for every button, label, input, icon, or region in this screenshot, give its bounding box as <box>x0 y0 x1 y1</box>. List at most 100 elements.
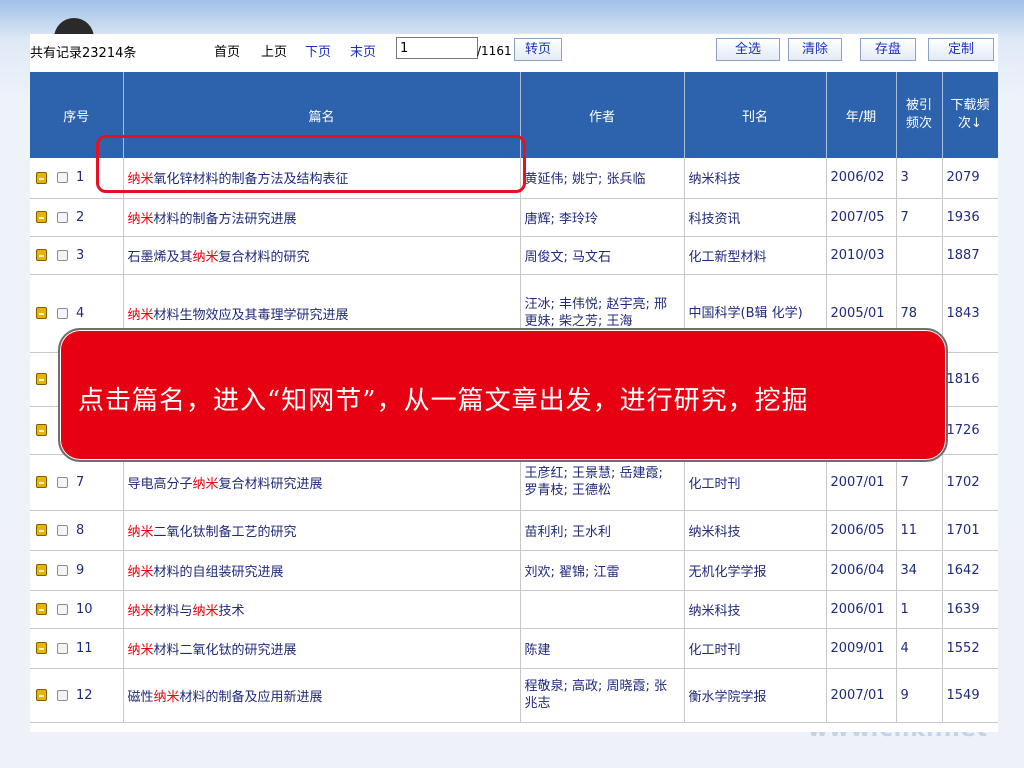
row-number: 7 <box>76 474 85 490</box>
article-title-link[interactable]: 纳米材料与纳米技术 <box>123 590 521 629</box>
cited-cell: 9 <box>896 668 943 723</box>
save-button[interactable]: 存盘 <box>860 38 916 61</box>
row-number: 9 <box>76 562 85 578</box>
save-record-icon[interactable] <box>36 603 47 615</box>
goto-page-button[interactable]: 转页 <box>514 38 562 61</box>
row-checkbox[interactable] <box>57 211 68 223</box>
page-number-input[interactable] <box>396 37 478 59</box>
save-record-icon[interactable] <box>36 373 47 385</box>
header-cited[interactable]: 被引频次 <box>896 72 943 158</box>
first-page-link[interactable]: 首页 <box>214 41 240 60</box>
journal-cell[interactable]: 纳米科技 <box>684 590 827 629</box>
save-record-icon[interactable] <box>36 424 47 436</box>
save-record-icon[interactable] <box>36 307 47 319</box>
save-record-icon[interactable] <box>36 642 47 654</box>
row-checkbox[interactable] <box>57 524 68 536</box>
row-checkbox[interactable] <box>57 564 68 576</box>
row-checkbox[interactable] <box>57 689 68 701</box>
article-title-link[interactable]: 纳米材料的制备方法研究进展 <box>123 198 521 237</box>
record-count: 共有记录23214条 <box>30 42 136 61</box>
year-issue-cell: 2006/04 <box>826 550 897 591</box>
journal-cell[interactable]: 无机化学学报 <box>684 550 827 591</box>
row-number: 10 <box>76 601 93 617</box>
customize-button[interactable]: 定制 <box>928 38 994 61</box>
row-number: 12 <box>76 687 93 703</box>
table-row: 10 纳米材料与纳米技术 纳米科技 2006/01 1 1639 <box>30 590 998 629</box>
journal-cell[interactable]: 科技资讯 <box>684 198 827 237</box>
cited-cell: 7 <box>896 198 943 237</box>
article-title-link[interactable]: 石墨烯及其纳米复合材料的研究 <box>123 236 521 275</box>
header-title[interactable]: 篇名 <box>123 72 521 158</box>
total-pages: /1161 <box>477 44 512 58</box>
download-cell: 1843 <box>942 274 998 353</box>
author-cell[interactable]: 程敬泉; 高政; 周晓霞; 张兆志 <box>520 668 685 723</box>
year-issue-cell: 2006/01 <box>826 590 897 629</box>
last-page-link[interactable]: 末页 <box>350 41 376 60</box>
download-cell: 1701 <box>942 510 998 551</box>
article-title-link[interactable]: 纳米二氧化钛制备工艺的研究 <box>123 510 521 551</box>
header-year-issue[interactable]: 年/期 <box>826 72 897 158</box>
count-prefix: 共有记录 <box>30 46 83 61</box>
save-record-icon[interactable] <box>36 171 47 184</box>
journal-cell[interactable]: 化工时刊 <box>684 628 827 669</box>
journal-cell[interactable]: 化工时刊 <box>684 454 827 511</box>
select-all-button[interactable]: 全选 <box>716 38 780 61</box>
clear-button[interactable]: 清除 <box>788 38 842 61</box>
author-cell[interactable] <box>520 590 685 629</box>
save-record-icon[interactable] <box>36 249 47 261</box>
download-cell: 1887 <box>942 236 998 275</box>
article-title-link[interactable]: 磁性纳米材料的制备及应用新进展 <box>123 668 521 723</box>
article-title-link[interactable]: 纳米材料二氧化钛的研究进展 <box>123 628 521 669</box>
save-record-icon[interactable] <box>36 524 47 536</box>
article-title-link[interactable]: 导电高分子纳米复合材料研究进展 <box>123 454 521 511</box>
table-header-row: 序号 篇名 作者 刊名 年/期 被引频次 下载频次↓ <box>30 72 998 158</box>
year-issue-cell: 2010/03 <box>826 236 897 275</box>
article-title-link[interactable]: 纳米材料的自组装研究进展 <box>123 550 521 591</box>
next-page-link[interactable]: 下页 <box>305 41 331 60</box>
row-number: 2 <box>76 209 85 225</box>
prev-page-link[interactable]: 上页 <box>261 41 287 60</box>
header-index[interactable]: 序号 <box>30 72 124 158</box>
year-issue-cell: 2009/01 <box>826 628 897 669</box>
row-checkbox[interactable] <box>57 249 68 261</box>
save-record-icon[interactable] <box>36 689 47 701</box>
author-cell[interactable]: 黄延伟; 姚宁; 张兵临 <box>520 158 685 199</box>
journal-cell[interactable]: 化工新型材料 <box>684 236 827 275</box>
row-checkbox[interactable] <box>57 307 68 319</box>
count-value: 23214 <box>82 46 124 61</box>
author-cell[interactable]: 刘欢; 翟锦; 江雷 <box>520 550 685 591</box>
save-record-icon[interactable] <box>36 476 47 488</box>
download-cell: 1642 <box>942 550 998 591</box>
header-author[interactable]: 作者 <box>520 72 685 158</box>
table-row: 12 磁性纳米材料的制备及应用新进展 程敬泉; 高政; 周晓霞; 张兆志 衡水学… <box>30 668 998 723</box>
table-row: 11 纳米材料二氧化钛的研究进展 陈建 化工时刊 2009/01 4 1552 <box>30 628 998 669</box>
row-checkbox[interactable] <box>57 642 68 654</box>
author-cell[interactable]: 周俊文; 马文石 <box>520 236 685 275</box>
count-suffix: 条 <box>123 46 137 61</box>
journal-cell[interactable]: 衡水学院学报 <box>684 668 827 723</box>
row-number: 4 <box>76 305 85 321</box>
journal-cell[interactable]: 纳米科技 <box>684 510 827 551</box>
row-checkbox[interactable] <box>57 476 68 488</box>
article-title-link[interactable]: 纳米氧化锌材料的制备方法及结构表征 <box>123 158 521 199</box>
author-cell[interactable]: 唐辉; 李玲玲 <box>520 198 685 237</box>
author-cell[interactable]: 王彦红; 王景慧; 岳建霞; 罗青枝; 王德松 <box>520 454 685 511</box>
row-checkbox[interactable] <box>57 603 68 615</box>
save-record-icon[interactable] <box>36 211 47 223</box>
author-cell[interactable]: 苗利利; 王水利 <box>520 510 685 551</box>
table-row: 1 纳米氧化锌材料的制备方法及结构表征 黄延伟; 姚宁; 张兵临 纳米科技 20… <box>30 158 998 199</box>
journal-cell[interactable]: 纳米科技 <box>684 158 827 199</box>
year-issue-cell: 2007/01 <box>826 668 897 723</box>
header-journal[interactable]: 刊名 <box>684 72 827 158</box>
year-issue-cell: 2006/05 <box>826 510 897 551</box>
row-checkbox[interactable] <box>57 172 68 184</box>
table-row: 7 导电高分子纳米复合材料研究进展 王彦红; 王景慧; 岳建霞; 罗青枝; 王德… <box>30 454 998 511</box>
author-cell[interactable]: 陈建 <box>520 628 685 669</box>
download-cell: 2079 <box>942 158 998 199</box>
save-record-icon[interactable] <box>36 564 47 576</box>
download-cell: 1726 <box>942 406 998 455</box>
instruction-callout: 点击篇名，进入“知网节”，从一篇文章出发，进行研究，挖掘 <box>58 328 948 462</box>
header-download[interactable]: 下载频次↓ <box>942 72 998 158</box>
download-cell: 1639 <box>942 590 998 629</box>
download-cell: 1549 <box>942 668 998 723</box>
